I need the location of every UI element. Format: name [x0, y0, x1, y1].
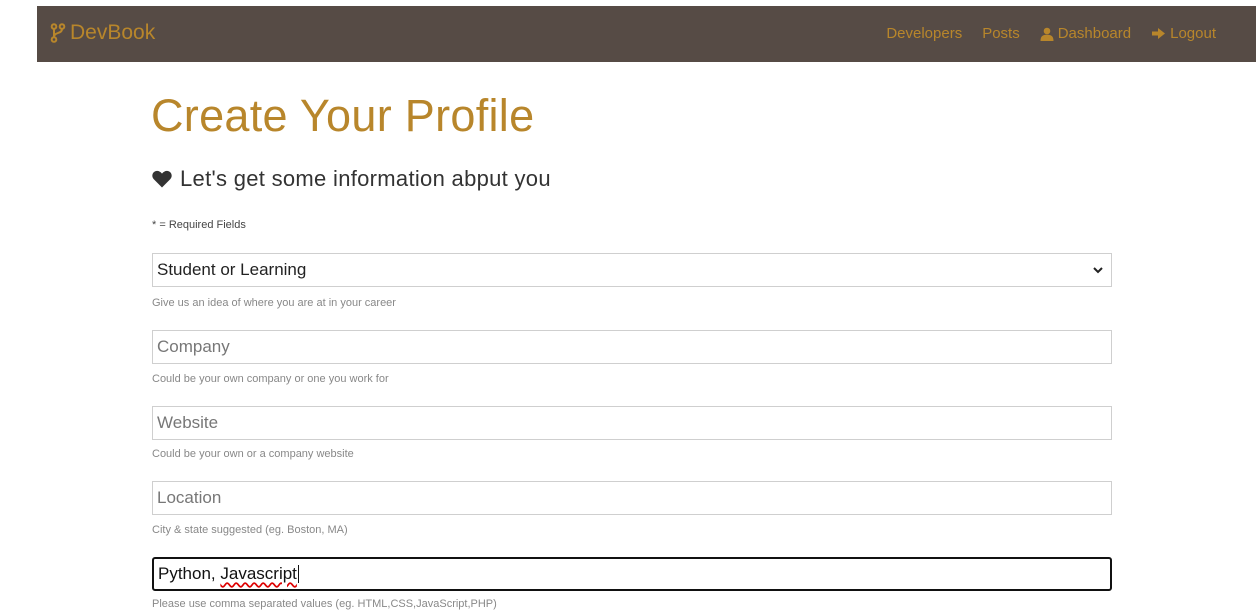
text-cursor: [297, 565, 299, 583]
heart-icon: [152, 170, 172, 188]
status-select[interactable]: Student or Learning: [152, 253, 1112, 287]
code-branch-icon: [50, 23, 66, 43]
nav-logout-label: Logout: [1170, 25, 1216, 42]
skills-input[interactable]: Python, Javascript: [152, 557, 1112, 591]
status-help: Give us an idea of where you are at in y…: [152, 297, 396, 309]
lead-text: Let's get some information abput you: [180, 166, 551, 191]
nav-dashboard-label: Dashboard: [1057, 25, 1132, 42]
sign-out-icon: [1152, 28, 1166, 39]
page-lead: Let's get some information abput you: [152, 166, 551, 192]
page-title: Create Your Profile: [151, 90, 535, 141]
location-placeholder: Location: [157, 488, 222, 507]
nav-developers-link[interactable]: Developers: [886, 25, 962, 42]
website-help: Could be your own or a company website: [152, 448, 354, 460]
location-help: City & state suggested (eg. Boston, MA): [152, 524, 348, 536]
user-icon: [1040, 27, 1054, 41]
company-placeholder: Company: [157, 337, 230, 356]
chevron-down-icon: [1093, 266, 1103, 273]
brand-name: DevBook: [70, 21, 156, 44]
website-input[interactable]: Website: [152, 406, 1112, 440]
skills-value-part1: Python,: [158, 564, 221, 583]
skills-value-part2: Javascript: [220, 564, 297, 583]
required-fields-note: * = Required Fields: [152, 219, 246, 231]
nav-posts-link[interactable]: Posts: [982, 25, 1020, 42]
location-input[interactable]: Location: [152, 481, 1112, 515]
company-input[interactable]: Company: [152, 330, 1112, 364]
nav-logout-link[interactable]: Logout: [1151, 25, 1216, 42]
nav-links: Developers Posts Dashboard Logout: [866, 25, 1216, 42]
navbar: DevBook Developers Posts Dashboard Logou…: [37, 6, 1256, 62]
status-select-value: Student or Learning: [157, 260, 307, 279]
website-placeholder: Website: [157, 413, 219, 432]
brand-logo[interactable]: DevBook: [50, 21, 155, 45]
company-help: Could be your own company or one you wor…: [152, 373, 389, 385]
nav-dashboard-link[interactable]: Dashboard: [1040, 25, 1131, 42]
skills-help: Please use comma separated values (eg. H…: [152, 598, 497, 610]
